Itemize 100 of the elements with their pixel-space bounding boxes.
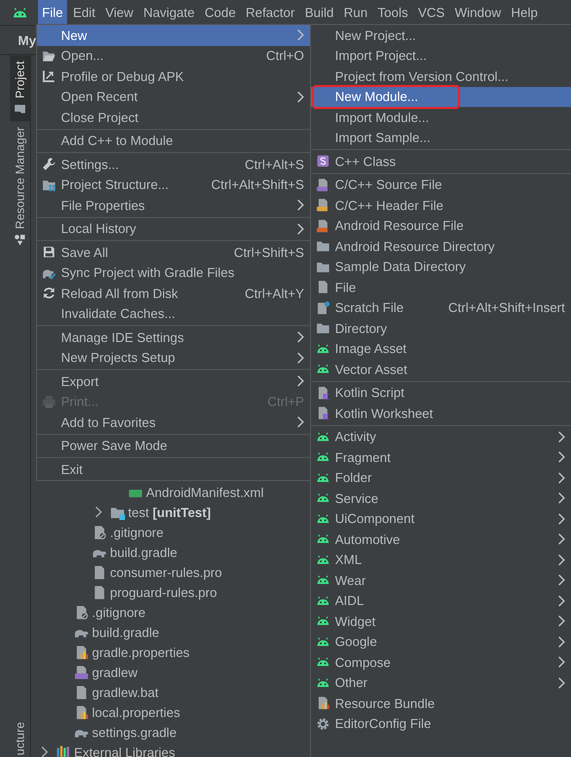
android-icon xyxy=(316,594,330,608)
menu-bar-item[interactable]: Refactor xyxy=(242,0,299,26)
menu-item[interactable]: File Properties xyxy=(37,195,310,216)
tree-item[interactable]: test [unitTest] xyxy=(128,504,211,520)
menu-item[interactable]: Project Structure... Ctrl+Alt+Shift+S xyxy=(37,174,310,195)
tree-item[interactable]: AndroidManifest.xml xyxy=(146,484,264,500)
menu-item[interactable]: Settings... Ctrl+Alt+S xyxy=(37,154,310,174)
menu-item[interactable]: Android Resource File xyxy=(311,216,571,236)
menu-item[interactable]: Wear xyxy=(311,570,571,590)
chevron-icon xyxy=(557,451,565,464)
menu-item[interactable]: Manage IDE Settings xyxy=(37,327,310,348)
file-icon xyxy=(316,280,330,294)
menu-item[interactable]: Exit xyxy=(37,459,310,480)
menu-item[interactable]: AIDL xyxy=(311,590,571,611)
menu-item[interactable]: Kotlin Script xyxy=(311,382,571,403)
tree-item[interactable]: proguard-rules.pro xyxy=(110,584,217,600)
menu-item[interactable]: Google xyxy=(311,632,571,652)
menu-item[interactable]: Android Resource Directory xyxy=(311,236,571,256)
tree-item[interactable]: consumer-rules.pro xyxy=(110,564,222,580)
menu-item[interactable]: Add to Favorites xyxy=(37,412,310,432)
menu-item[interactable]: Import Module... xyxy=(311,107,571,128)
menu-item[interactable]: Automotive xyxy=(311,529,571,550)
android-icon xyxy=(316,676,330,690)
menu-item[interactable]: New xyxy=(37,25,310,46)
tree-item[interactable]: .gitignore xyxy=(92,604,146,620)
menu-item[interactable]: New Module... xyxy=(311,86,571,107)
menu-item[interactable]: Vector Asset xyxy=(311,359,571,380)
menu-item[interactable]: Sample Data Directory xyxy=(311,256,571,277)
menu-item[interactable]: Close Project xyxy=(37,107,310,128)
menu-item[interactable]: Image Asset xyxy=(311,338,571,359)
menu-bar-item[interactable]: Run xyxy=(340,0,372,26)
menu-item[interactable]: Compose xyxy=(311,652,571,672)
menu-bar-item[interactable]: Code xyxy=(200,0,240,26)
menu-item[interactable]: Import Project... xyxy=(311,46,571,66)
file-badge-icon xyxy=(316,178,330,192)
menu-item[interactable]: Fragment xyxy=(311,447,571,468)
menu-item[interactable]: Folder xyxy=(311,468,571,488)
menu-item[interactable]: Activity xyxy=(311,426,571,447)
menu-item[interactable]: UiComponent xyxy=(311,508,571,529)
menu-bar-item[interactable]: Build xyxy=(300,0,338,26)
menu-item[interactable]: Profile or Debug APK xyxy=(37,66,310,86)
menu-item[interactable]: File xyxy=(311,277,571,298)
menu-item[interactable]: Directory xyxy=(311,318,571,338)
menu-item[interactable]: C/C++ Header File xyxy=(311,195,571,216)
menu-item[interactable]: Sync Project with Gradle Files xyxy=(37,262,310,283)
tree-item[interactable]: gradlew.bat xyxy=(92,684,158,700)
menu-bar-item[interactable]: Edit xyxy=(68,0,100,26)
menu-item[interactable]: Open Recent xyxy=(37,86,310,107)
menu-bar-item[interactable]: File xyxy=(38,0,67,26)
android-icon xyxy=(316,512,330,526)
tree-item[interactable]: External Libraries xyxy=(74,744,176,757)
menu-item[interactable]: Save All Ctrl+Shift+S xyxy=(37,242,310,262)
tree-item[interactable]: .gitignore xyxy=(110,524,164,540)
menu-item[interactable]: Invalidate Caches... xyxy=(37,304,310,324)
tool-window-tab[interactable]: Project xyxy=(10,55,30,122)
menu-item[interactable]: XML xyxy=(311,550,571,570)
menu-bar-item[interactable]: View xyxy=(101,0,138,26)
menu-item[interactable]: Project from Version Control... xyxy=(311,66,571,86)
menu-item[interactable]: Reload All from Disk Ctrl+Alt+Y xyxy=(37,283,310,304)
menu-item[interactable]: Local History xyxy=(37,218,310,239)
menu-bar-item[interactable]: VCS xyxy=(414,0,449,26)
menu-item[interactable]: Scratch File Ctrl+Alt+Shift+Insert xyxy=(311,298,571,318)
tree-item[interactable]: settings.gradle xyxy=(92,724,177,740)
menu-bar-item[interactable]: Tools xyxy=(374,0,412,26)
file-badge-icon xyxy=(316,198,330,212)
menu-item[interactable]: Kotlin Worksheet xyxy=(311,403,571,424)
menu-item[interactable]: Widget xyxy=(311,611,571,632)
menu-item[interactable]: Import Sample... xyxy=(311,128,571,148)
graph-arrow-icon xyxy=(42,69,56,84)
menu-item[interactable]: New Project... xyxy=(311,25,571,46)
tree-item[interactable]: gradle.properties xyxy=(92,644,190,660)
folder-icon xyxy=(316,239,330,254)
menu-bar-item[interactable]: Navigate xyxy=(139,0,199,26)
menu-item[interactable]: EditorConfig File xyxy=(311,714,571,734)
menu-item[interactable]: Export xyxy=(37,371,310,392)
tree-item[interactable]: build.gradle xyxy=(110,544,178,560)
menu-item[interactable]: Other xyxy=(311,672,571,693)
tool-window-tab[interactable]: Resource Manager xyxy=(10,121,30,252)
printer-icon xyxy=(42,394,56,409)
chevron-icon xyxy=(296,222,304,235)
menu-item[interactable]: Open... Ctrl+O xyxy=(37,46,310,66)
tree-item[interactable]: gradlew xyxy=(92,664,138,680)
library-icon xyxy=(56,744,71,757)
kotlin-file-icon xyxy=(316,406,330,420)
chevron-icon xyxy=(296,331,304,344)
menu-bar-item[interactable]: Help xyxy=(506,0,542,26)
menu-item[interactable]: Resource Bundle xyxy=(311,693,571,714)
menu-item[interactable]: Service xyxy=(311,488,571,508)
tree-item[interactable]: build.gradle xyxy=(92,624,160,640)
chevron-icon xyxy=(557,533,565,546)
menu-item[interactable]: C/C++ Source File xyxy=(311,174,571,195)
file-icon xyxy=(92,564,107,580)
menu-bar-item[interactable]: Window xyxy=(450,0,505,26)
menu-item[interactable]: New Projects Setup xyxy=(37,348,310,368)
tool-window-tab[interactable]: ucture xyxy=(10,722,30,757)
menu-item[interactable]: Add C++ to Module xyxy=(37,130,310,151)
menu-item[interactable]: C++ Class xyxy=(311,151,571,172)
tree-item[interactable]: local.properties xyxy=(92,704,180,720)
android-icon xyxy=(316,342,330,356)
menu-item[interactable]: Power Save Mode xyxy=(37,436,310,456)
